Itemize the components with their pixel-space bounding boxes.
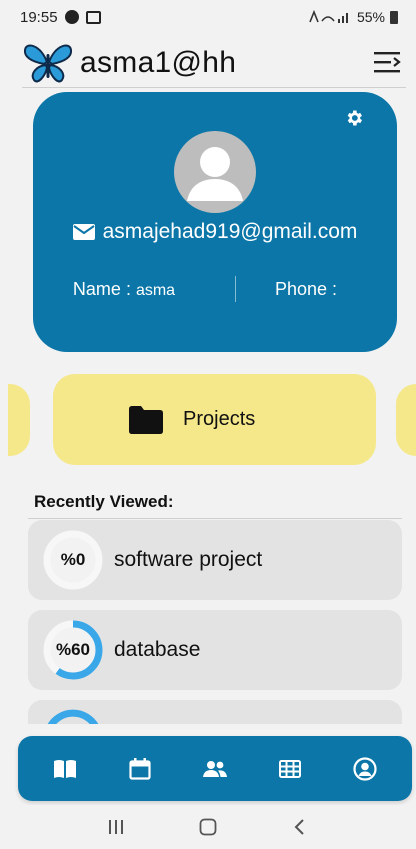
- projects-label: Projects: [183, 408, 256, 430]
- item-label: software project: [114, 548, 263, 571]
- battery-percent: 55%: [356, 9, 385, 25]
- status-left: 19:55: [20, 9, 101, 26]
- name-cell: Name : asma: [33, 279, 215, 300]
- progress-percent: %0: [60, 550, 86, 569]
- calendar-icon: [129, 757, 151, 780]
- system-nav-bar: [0, 805, 416, 849]
- butterfly-logo-icon: [23, 44, 73, 82]
- section-divider: [28, 518, 402, 519]
- info-divider: [235, 276, 236, 302]
- status-right: 55%: [308, 9, 398, 25]
- book-icon: [54, 759, 77, 778]
- person-icon: [187, 147, 243, 201]
- phone-label: Phone :: [274, 278, 338, 299]
- nav-projects-button[interactable]: [46, 750, 84, 788]
- email-text: asmajehad919@gmail.com: [102, 220, 358, 243]
- home-button[interactable]: [193, 812, 223, 842]
- table-icon: [278, 759, 301, 778]
- name-value: asma: [135, 281, 176, 299]
- carousel-prev-card[interactable]: [8, 384, 30, 456]
- signal-icons: [309, 10, 348, 23]
- item-label: database: [114, 638, 201, 661]
- nav-profile-button[interactable]: [346, 750, 384, 788]
- image-notification-icon: [85, 10, 101, 24]
- carousel-next-card[interactable]: [396, 384, 416, 456]
- recent-item-partial[interactable]: [28, 700, 402, 724]
- back-button[interactable]: [285, 812, 315, 842]
- nav-table-button[interactable]: [271, 750, 309, 788]
- folder-icon: [129, 405, 163, 434]
- notification-icon: [64, 10, 79, 24]
- progress-ring-partial: [47, 709, 99, 724]
- email-row: asmajehad919@gmail.com: [33, 220, 397, 244]
- app-header: asma1@hh: [22, 38, 406, 88]
- profile-icon: [352, 756, 377, 781]
- phone-cell: Phone :: [215, 279, 397, 300]
- nav-calendar-button[interactable]: [121, 750, 159, 788]
- name-label: Name :: [72, 278, 136, 299]
- projects-card[interactable]: Projects: [53, 374, 376, 465]
- nav-team-button[interactable]: [196, 750, 234, 788]
- info-row: Name : asma Phone :: [33, 272, 397, 306]
- recent-apps-button[interactable]: [101, 812, 131, 842]
- progress-ring: %0: [42, 529, 104, 591]
- settings-gear-icon[interactable]: [344, 108, 364, 128]
- avatar[interactable]: [174, 131, 256, 213]
- status-bar: 19:55 55%: [0, 0, 416, 34]
- battery-icon: [390, 10, 398, 24]
- progress-percent: %60: [55, 640, 91, 659]
- recent-item[interactable]: %60 database: [28, 610, 402, 690]
- profile-card: asmajehad919@gmail.com Name : asma Phone…: [33, 92, 397, 352]
- recent-item[interactable]: %0 software project: [28, 520, 402, 600]
- bottom-nav: [18, 736, 412, 801]
- status-time: 19:55: [20, 8, 58, 26]
- group-icon: [202, 760, 227, 777]
- app-title: asma1@hh: [80, 45, 237, 79]
- progress-ring: %60: [42, 619, 104, 681]
- menu-button[interactable]: [372, 49, 402, 75]
- home-icon: [199, 818, 217, 836]
- back-icon: [294, 819, 304, 835]
- recently-viewed-title: Recently Viewed:: [34, 492, 174, 511]
- mail-icon: [72, 224, 95, 240]
- recent-apps-icon: [109, 820, 123, 834]
